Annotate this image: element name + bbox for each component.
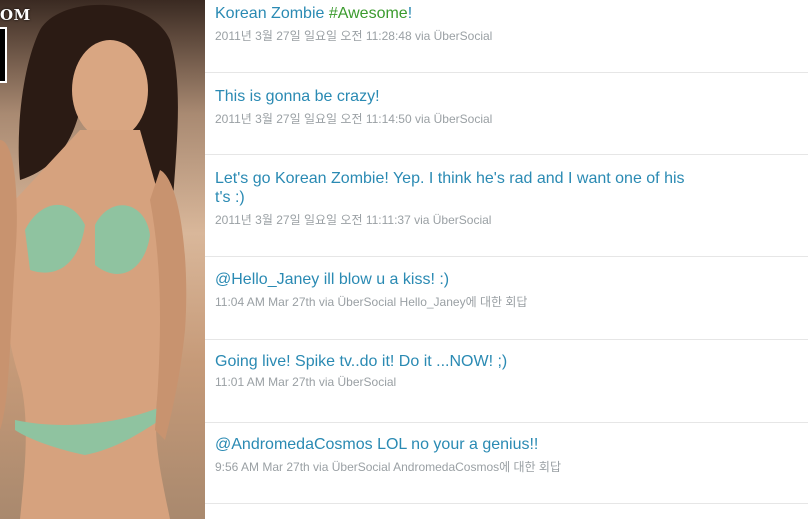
tweet-text-tail: ! — [407, 5, 413, 22]
profile-background: OM — [0, 0, 205, 519]
mention-link-andromedacosmos[interactable]: @AndromedaCosmos — [215, 436, 373, 453]
mention-link-hello-janey[interactable]: @Hello_Janey — [215, 271, 319, 288]
tweet-item: @Hello_Janey ill blow u a kiss! :) 11:04… — [205, 257, 808, 340]
frame-edge — [0, 27, 7, 83]
tweet-item: Korean Zombie #Awesome! 2011년 3월 27일 일요일… — [205, 0, 808, 73]
site-watermark: OM — [0, 6, 31, 24]
tweet-text: Korean Zombie #Awesome! — [215, 4, 735, 23]
tweet-item: This is gonna be crazy! 2011년 3월 27일 일요일… — [205, 73, 808, 155]
tweet-item: Going live! Spike tv..do it! Do it ...NO… — [205, 340, 808, 423]
tweet-item: Let's go Korean Zombie! Yep. I think he'… — [205, 155, 808, 257]
tweet-meta: 11:04 AM Mar 27th via ÜberSocial Hello_J… — [215, 295, 528, 309]
tweet-text-line2: t's :) — [215, 189, 245, 206]
tweet-text-line1: Let's go Korean Zombie! Yep. I think he'… — [215, 170, 685, 187]
tweet-timeline: Korean Zombie #Awesome! 2011년 3월 27일 일요일… — [205, 0, 808, 519]
tweet-text-body: LOL no your a genius!! — [372, 436, 539, 453]
tweet-meta: 11:01 AM Mar 27th via ÜberSocial — [215, 375, 397, 389]
tweet-meta: 2011년 3월 27일 일요일 오전 11:28:48 via ÜberSoc… — [215, 29, 493, 43]
tweet-text: This is gonna be crazy! — [215, 88, 380, 105]
tweet-text-body: ill blow u a kiss! :) — [319, 271, 450, 288]
profile-background-photo — [0, 4, 187, 519]
tweet-meta: 9:56 AM Mar 27th via ÜberSocial Andromed… — [215, 460, 562, 474]
tweet-text: @AndromedaCosmos LOL no your a genius!! — [215, 435, 735, 454]
tweet-text: Going live! Spike tv..do it! Do it ...NO… — [215, 353, 508, 370]
tweet-meta: 2011년 3월 27일 일요일 오전 11:14:50 via ÜberSoc… — [215, 112, 493, 126]
tweet-text-plain: Korean Zombie — [215, 5, 329, 22]
tweet-item: @AndromedaCosmos LOL no your a genius!! … — [205, 423, 808, 504]
tweet-text: Let's go Korean Zombie! Yep. I think he'… — [215, 169, 735, 207]
tweet-meta: 2011년 3월 27일 일요일 오전 11:11:37 via ÜberSoc… — [215, 213, 492, 227]
tweet-text: @Hello_Janey ill blow u a kiss! :) — [215, 270, 735, 289]
hashtag-link[interactable]: #Awesome — [329, 5, 408, 22]
